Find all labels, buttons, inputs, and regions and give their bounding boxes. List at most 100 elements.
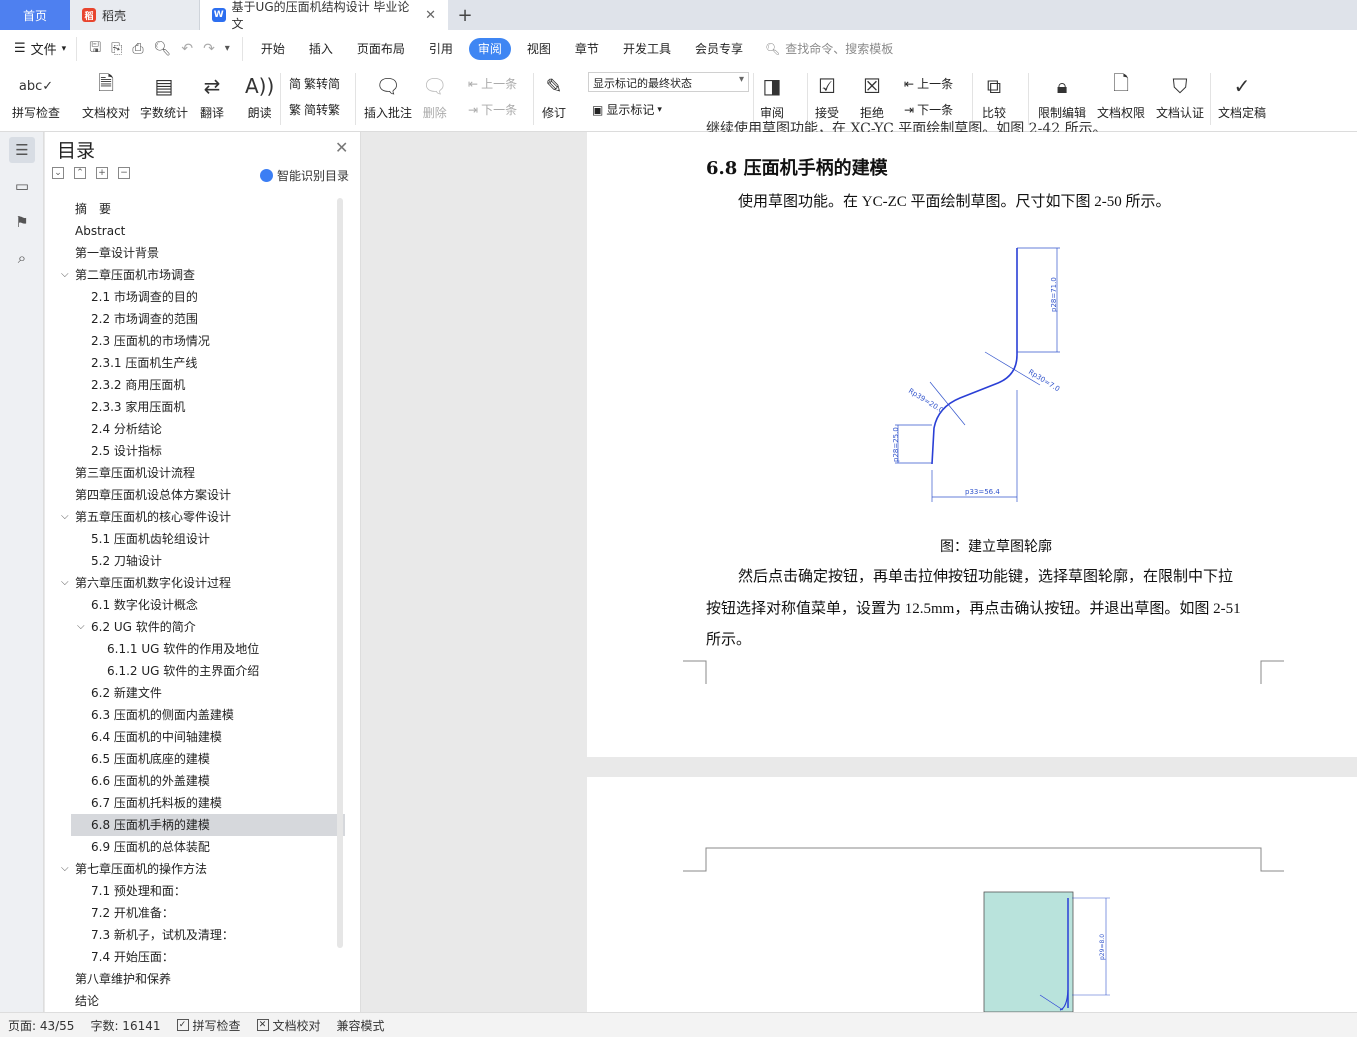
toc-item[interactable]: 6.2 新建文件	[45, 682, 345, 704]
toc-item[interactable]: 摘 要	[45, 198, 345, 220]
menu-tab[interactable]: 审阅	[468, 37, 511, 60]
menu-tab[interactable]: 插入	[297, 38, 345, 60]
toc-item[interactable]: ⌵ 第六章压面机数字化设计过程	[45, 572, 345, 594]
toc-item[interactable]: 7.4 开始压面：	[45, 946, 345, 968]
spell-check-button[interactable]: abc✓ 拼写检查	[12, 71, 60, 121]
review-pane-button[interactable]: ◨ 审阅	[760, 71, 784, 121]
bookmark-icon[interactable]: ⚑	[9, 209, 35, 235]
toc-item[interactable]: 6.7 压面机托料板的建模	[45, 792, 345, 814]
toc-item[interactable]: ⌵ 第二章压面机市场调查	[45, 264, 345, 286]
menu-tab[interactable]: 开始	[249, 38, 297, 60]
delete-comment-button[interactable]: 🗨 删除	[422, 71, 447, 121]
toc-item[interactable]: 第三章压面机设计流程	[45, 462, 345, 484]
redo-icon[interactable]: ↷	[203, 41, 215, 57]
toc-item[interactable]: ⌵ 第七章压面机的操作方法	[45, 858, 345, 880]
toc-item[interactable]: 6.8 压面机手柄的建模	[71, 814, 345, 836]
track-changes-button[interactable]: ✎ 修订	[542, 71, 566, 121]
close-icon[interactable]: ✕	[335, 138, 348, 157]
tab-document[interactable]: W 基于UG的压面机结构设计 毕业论文 ✕	[200, 0, 448, 31]
trad-to-simp-button[interactable]: 简繁转简	[289, 75, 340, 92]
chevron-down-icon[interactable]: ⌵	[61, 264, 69, 286]
menu-tab[interactable]: 章节	[563, 38, 611, 60]
customize-icon[interactable]: ▾	[225, 43, 230, 54]
search-icon[interactable]: ⌕	[9, 245, 35, 271]
reject-button[interactable]: ☒ 拒绝	[860, 71, 884, 121]
toc-item[interactable]: 6.3 压面机的侧面内盖建模	[45, 704, 345, 726]
toc-item[interactable]: 6.5 压面机底座的建模	[45, 748, 345, 770]
menu-tab[interactable]: 视图	[515, 38, 563, 60]
page-indicator[interactable]: 页面: 43/55	[0, 1017, 82, 1034]
show-marks-button[interactable]: ▣ 显示标记 ▾	[592, 101, 662, 118]
translate-button[interactable]: ⇄ 翻译	[200, 71, 224, 121]
accept-button[interactable]: ☑ 接受	[815, 71, 839, 121]
toc-item[interactable]: 5.1 压面机齿轮组设计	[45, 528, 345, 550]
chapter-nav-icon[interactable]: ▭	[9, 173, 35, 199]
next-change-button[interactable]: ⇥ 下一条	[904, 101, 953, 118]
collapse-icon[interactable]: ⌄	[52, 167, 64, 179]
prev-comment-button[interactable]: ⇤ 上一条	[468, 75, 517, 92]
chevron-down-icon[interactable]: ⌵	[61, 506, 69, 528]
toc-item[interactable]: 2.3.2 商用压面机	[45, 374, 345, 396]
undo-icon[interactable]: ↶	[181, 41, 193, 57]
toc-item[interactable]: 2.3.3 家用压面机	[45, 396, 345, 418]
add-heading-icon[interactable]: +	[96, 167, 108, 179]
toc-item[interactable]: 第一章设计背景	[45, 242, 345, 264]
word-count-button[interactable]: ▤ 字数统计	[140, 71, 188, 121]
doc-permission-button[interactable]: 🗋 文档权限	[1097, 71, 1145, 121]
tab-home[interactable]: 首页	[0, 0, 70, 30]
menu-tab[interactable]: 开发工具	[611, 38, 683, 60]
simp-to-trad-button[interactable]: 繁简转繁	[289, 101, 340, 118]
share-icon[interactable]: ⎘	[111, 41, 122, 57]
remove-heading-icon[interactable]: −	[118, 167, 130, 179]
toc-item[interactable]: 7.1 预处理和面：	[45, 880, 345, 902]
toc-scrollbar[interactable]	[337, 198, 343, 948]
prev-change-button[interactable]: ⇤ 上一条	[904, 75, 953, 92]
toc-item[interactable]: Abstract	[45, 220, 345, 242]
menu-tab[interactable]: 会员专享	[683, 38, 755, 60]
close-tab-icon[interactable]: ✕	[425, 8, 436, 23]
toc-item[interactable]: 2.3.1 压面机生产线	[45, 352, 345, 374]
menu-tab[interactable]: 引用	[417, 38, 465, 60]
save-icon[interactable]: 🖫	[89, 37, 101, 61]
chevron-down-icon[interactable]: ⌵	[61, 858, 69, 880]
new-tab-button[interactable]: +	[448, 0, 482, 30]
read-aloud-button[interactable]: A)) 朗读	[245, 71, 274, 121]
tab-daoke[interactable]: 稻 稻壳	[70, 0, 200, 30]
spell-check-status[interactable]: ✓ 拼写检查	[169, 1017, 249, 1034]
toc-item[interactable]: 2.1 市场调查的目的	[45, 286, 345, 308]
toc-item[interactable]: 6.1.2 UG 软件的主界面介绍	[45, 660, 345, 682]
insert-comment-button[interactable]: 🗨 插入批注	[364, 71, 412, 121]
toc-item[interactable]: 2.5 设计指标	[45, 440, 345, 462]
toc-item[interactable]: 6.9 压面机的总体装配	[45, 836, 345, 858]
word-count-indicator[interactable]: 字数: 16141	[82, 1017, 168, 1034]
toc-item[interactable]: ⌵ 6.2 UG 软件的简介	[45, 616, 345, 638]
doc-cert-button[interactable]: ⛉ 文档认证	[1156, 71, 1204, 121]
print-preview-icon[interactable]: 🔍︎	[154, 41, 172, 57]
command-search[interactable]: 🔍︎ 查找命令、搜索模板	[765, 40, 893, 57]
toc-item[interactable]: 7.3 新机子，试机及清理：	[45, 924, 345, 946]
toc-item[interactable]: 6.1 数字化设计概念	[45, 594, 345, 616]
toc-item[interactable]: 2.3 压面机的市场情况	[45, 330, 345, 352]
proof-status[interactable]: ✕ 文档校对	[249, 1017, 329, 1034]
toc-item[interactable]: 第八章维护和保养	[45, 968, 345, 990]
toc-item[interactable]: 6.6 压面机的外盖建模	[45, 770, 345, 792]
file-menu[interactable]: ☰ 文件 ▾	[0, 39, 76, 58]
toc-item[interactable]: 结论	[45, 990, 345, 1012]
toc-item[interactable]: 5.2 刀轴设计	[45, 550, 345, 572]
smart-toc-button[interactable]: 智能识别目录	[260, 167, 349, 184]
toc-item[interactable]: 2.4 分析结论	[45, 418, 345, 440]
toc-item[interactable]: 2.2 市场调查的范围	[45, 308, 345, 330]
toc-item[interactable]: ⌵ 第五章压面机的核心零件设计	[45, 506, 345, 528]
chevron-down-icon[interactable]: ⌵	[61, 572, 69, 594]
restrict-edit-button[interactable]: 🔒︎ 限制编辑	[1038, 71, 1086, 121]
markup-display-select[interactable]: 显示标记的最终状态	[588, 72, 749, 92]
compare-button[interactable]: ⧉ 比较	[982, 71, 1006, 121]
toc-item[interactable]: 6.1.1 UG 软件的作用及地位	[45, 638, 345, 660]
toc-item[interactable]: 6.4 压面机的中间轴建模	[45, 726, 345, 748]
chevron-down-icon[interactable]: ⌵	[77, 616, 85, 638]
doc-proof-button[interactable]: 🗎 文档校对	[82, 71, 130, 121]
toc-panel-icon[interactable]: ☰	[9, 137, 35, 163]
toc-item[interactable]: 第四章压面机设总体方案设计	[45, 484, 345, 506]
doc-finalize-button[interactable]: ✓ 文档定稿	[1218, 71, 1266, 121]
print-icon[interactable]: ⎙	[132, 41, 143, 57]
